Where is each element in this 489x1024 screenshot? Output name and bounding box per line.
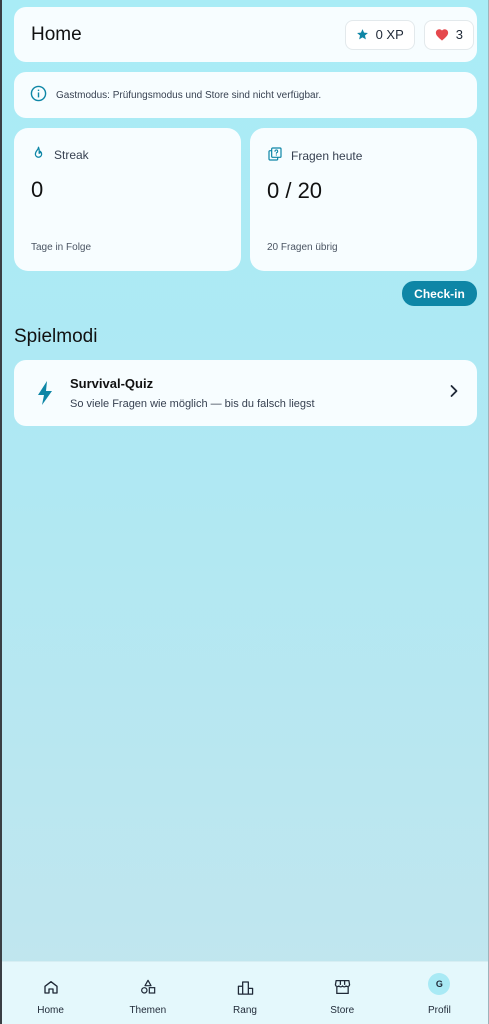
questions-today-footer: 20 Fragen übrig bbox=[267, 242, 338, 253]
questions-today-value: 0 / 20 bbox=[267, 178, 323, 203]
store-icon bbox=[334, 977, 351, 997]
nav-label: Rang bbox=[233, 1005, 257, 1016]
question-cards-icon bbox=[267, 146, 283, 165]
xp-badge[interactable]: 0 XP bbox=[344, 19, 415, 50]
nav-label: Home bbox=[37, 1005, 64, 1016]
xp-value: 0 XP bbox=[375, 27, 404, 42]
star-icon bbox=[356, 28, 369, 41]
mode-subtitle: So viele Fragen wie möglich — bis du fal… bbox=[70, 398, 315, 410]
nav-themen[interactable]: Themen bbox=[99, 962, 196, 1024]
questions-today-label: Fragen heute bbox=[291, 148, 363, 163]
notice-text: Gastmodus: Prüfungsmodus und Store sind … bbox=[56, 89, 322, 101]
podium-icon bbox=[237, 977, 254, 997]
nav-store[interactable]: Store bbox=[294, 962, 391, 1024]
home-icon bbox=[43, 977, 59, 997]
nav-home[interactable]: Home bbox=[2, 962, 99, 1024]
chevron-right-icon bbox=[449, 384, 459, 403]
nav-label: Store bbox=[330, 1005, 355, 1016]
window-edge-left bbox=[0, 0, 2, 1024]
streak-label: Streak bbox=[54, 148, 89, 162]
page-title: Home bbox=[31, 23, 82, 45]
nav-rang[interactable]: Rang bbox=[196, 962, 293, 1024]
shapes-icon bbox=[140, 977, 156, 997]
game-modes-title: Spielmodi bbox=[14, 326, 98, 347]
streak-value: 0 bbox=[31, 177, 44, 202]
questions-today-card: Fragen heute 0 / 20 20 Fragen übrig bbox=[250, 128, 477, 271]
lives-badge[interactable]: 3 bbox=[423, 19, 474, 50]
lightning-icon bbox=[34, 381, 56, 405]
lives-count: 3 bbox=[455, 27, 463, 42]
nav-label: Profil bbox=[428, 1005, 451, 1016]
nav-label: Themen bbox=[129, 1005, 167, 1016]
avatar: G bbox=[428, 973, 451, 995]
streak-card: Streak 0 Tage in Folge bbox=[14, 128, 241, 271]
guest-mode-notice: Gastmodus: Prüfungsmodus und Store sind … bbox=[14, 72, 477, 118]
survival-quiz-card[interactable]: Survival-Quiz So viele Fragen wie möglic… bbox=[14, 360, 477, 426]
nav-profil[interactable]: G Profil bbox=[391, 962, 488, 1024]
mode-title: Survival-Quiz bbox=[70, 376, 154, 391]
checkin-button[interactable]: Check-in bbox=[402, 281, 477, 306]
heart-icon bbox=[435, 28, 449, 41]
app-header: Home 0 XP 3 bbox=[14, 7, 477, 62]
streak-footer: Tage in Folge bbox=[31, 242, 92, 253]
bottom-navigation: Home Themen Rang Store G Profil bbox=[2, 961, 488, 1024]
flame-icon bbox=[31, 146, 46, 164]
info-icon bbox=[30, 85, 47, 105]
header-badges: 0 XP 3 bbox=[344, 19, 474, 50]
